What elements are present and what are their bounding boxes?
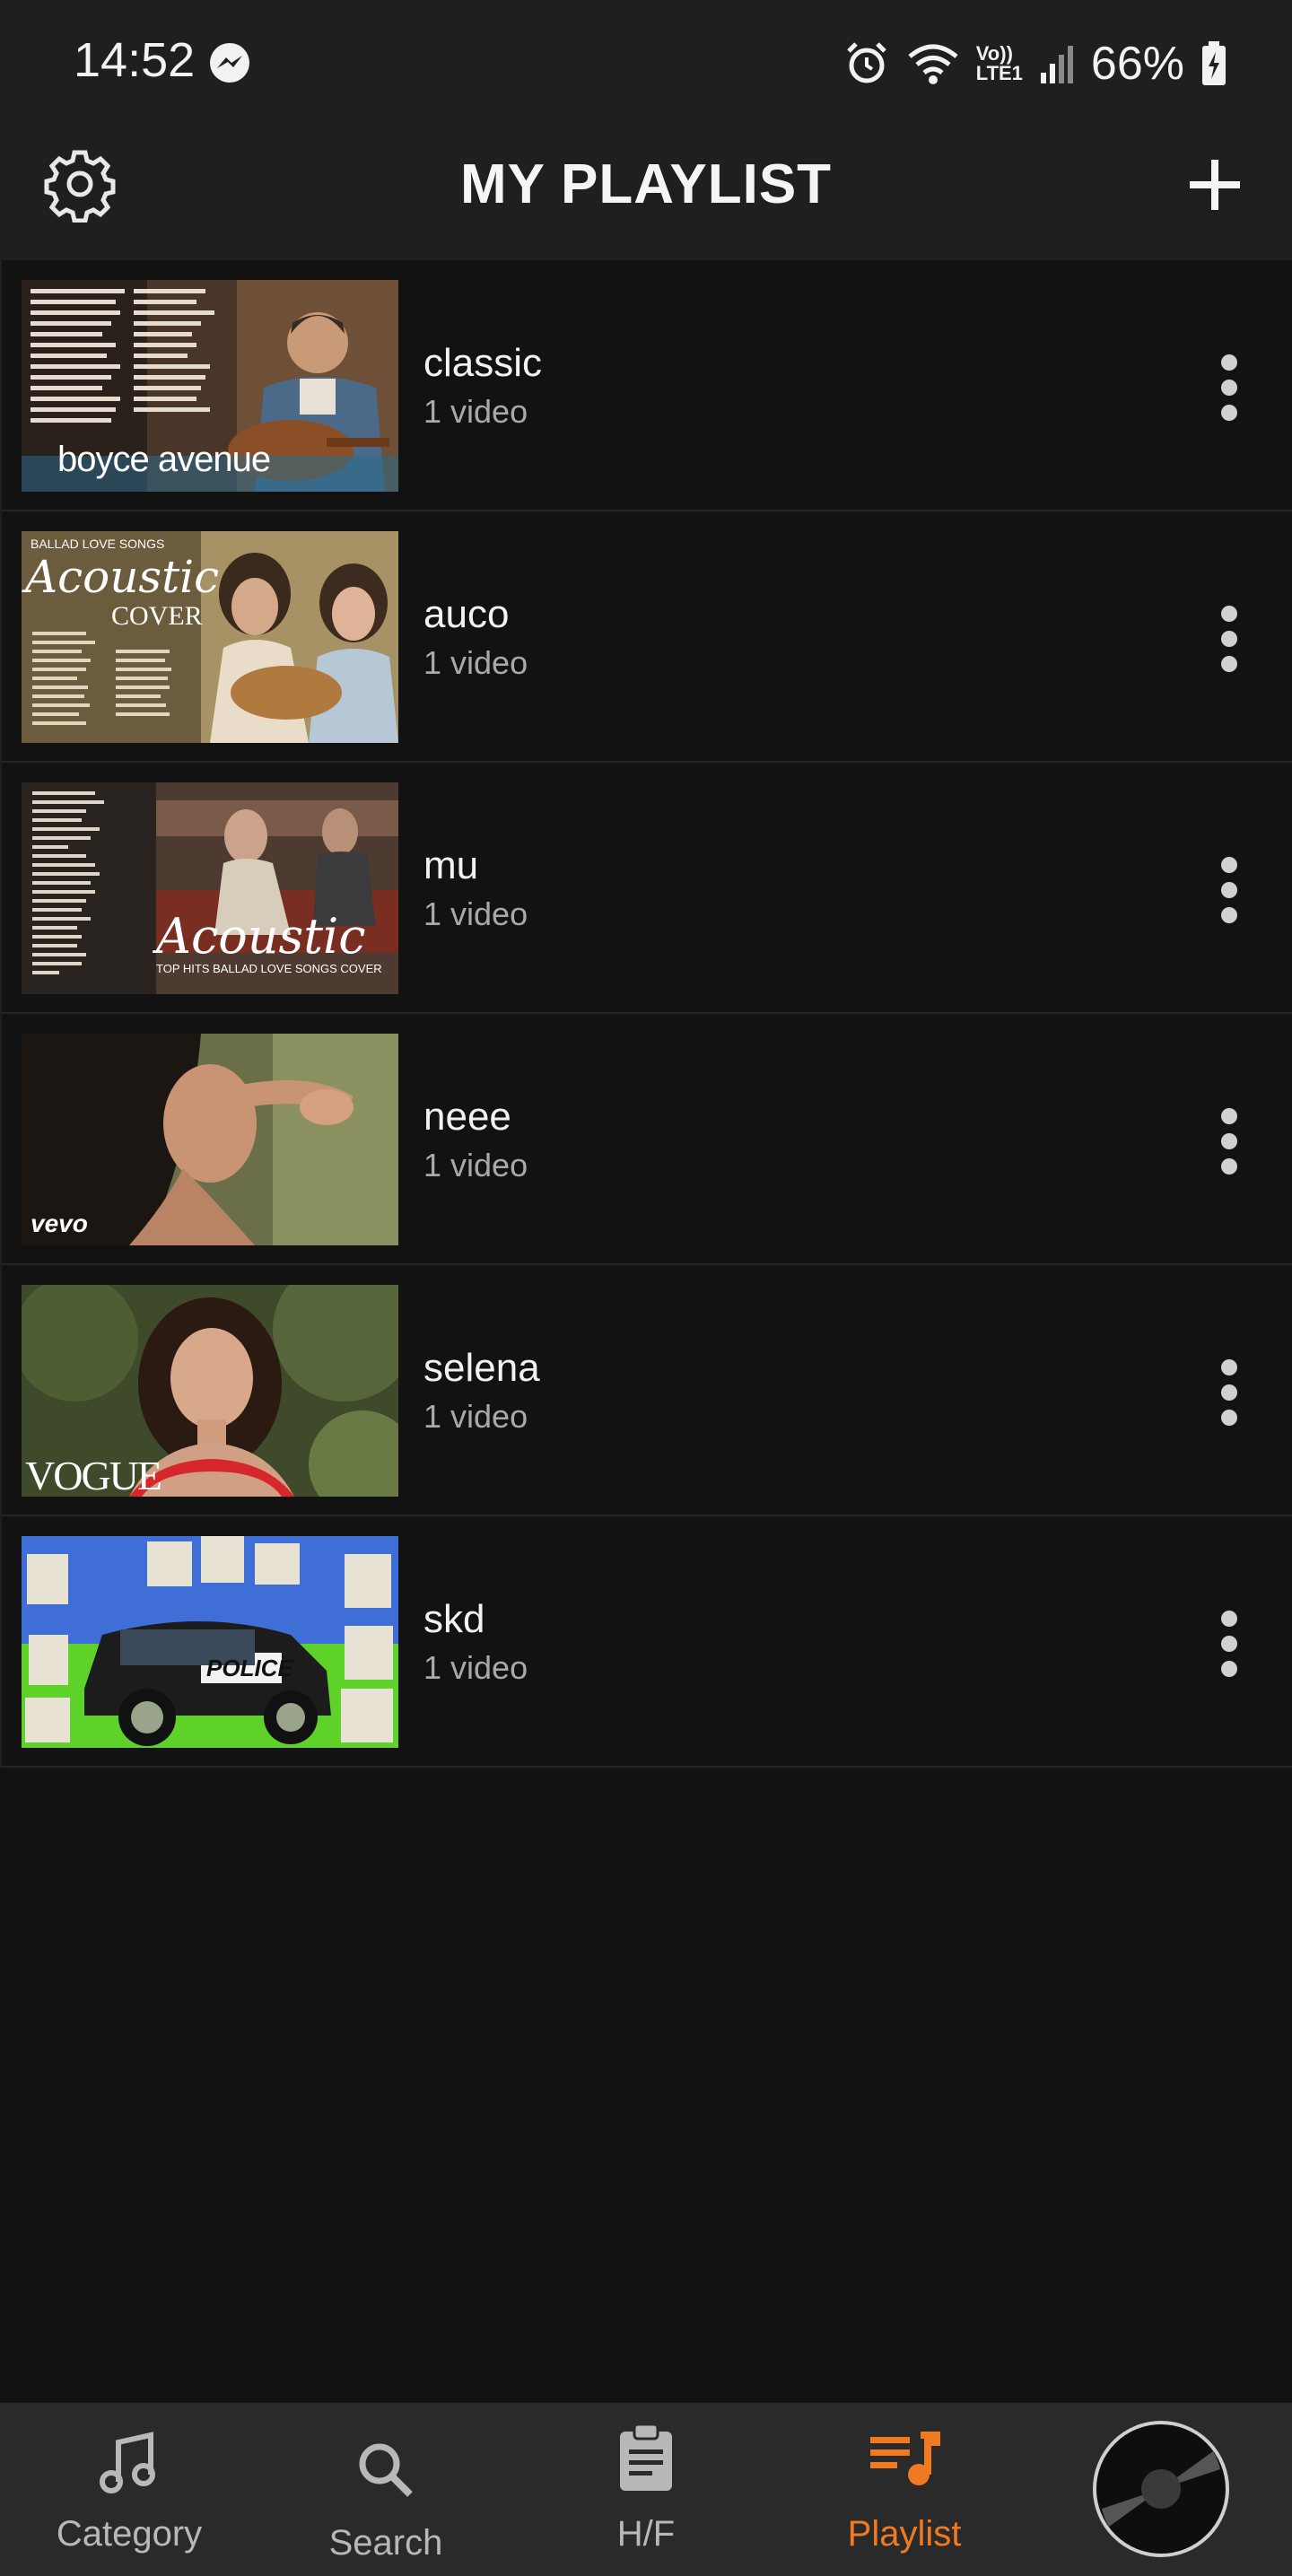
playlist-name: skd: [423, 1597, 485, 1641]
status-time: 14:52: [74, 33, 196, 87]
more-options-button[interactable]: [1202, 334, 1256, 441]
thumb-caption-sub: TOP HITS BALLAD LOVE SONGS COVER: [156, 962, 382, 975]
thumb-caption-main: Acoustic: [25, 551, 220, 603]
nav-search[interactable]: Search: [287, 2403, 484, 2576]
bottom-navigation: Category Search H/F Playlist: [0, 2403, 1292, 2576]
thumb-caption: boyce avenue: [57, 440, 271, 479]
playlist-thumbnail[interactable]: boyce avenue: [22, 280, 398, 492]
nav-label: Category: [56, 2514, 203, 2554]
alarm-icon: [846, 42, 886, 83]
playlist-video-count: 1 video: [423, 1649, 528, 1686]
volte-indicator: Vo)) LTE1: [976, 44, 1023, 83]
more-options-button[interactable]: [1202, 1590, 1256, 1698]
page-title: MY PLAYLIST: [459, 153, 833, 215]
thumb-caption-top: BALLAD LOVE SONGS: [31, 537, 165, 551]
thumb-caption-main: Acoustic: [156, 908, 366, 965]
playlist-video-count: 1 video: [423, 1147, 528, 1183]
volte-label: Vo)): [975, 42, 1013, 65]
playlist-thumbnail[interactable]: POLICE: [22, 1536, 398, 1748]
playlist-row-mu[interactable]: Acoustic TOP HITS BALLAD LOVE SONGS COVE…: [0, 763, 1292, 1014]
playlist-row-skd[interactable]: POLICE skd 1 video: [0, 1516, 1292, 1768]
more-options-button[interactable]: [1202, 836, 1256, 944]
more-vert-icon: [1221, 857, 1237, 873]
playlist-thumbnail[interactable]: VOGUE: [22, 1285, 398, 1497]
search-icon: [359, 2443, 413, 2497]
more-vert-icon: [1221, 354, 1237, 371]
more-options-button[interactable]: [1202, 585, 1256, 693]
wifi-icon: [908, 44, 958, 84]
nav-label: Search: [328, 2523, 443, 2563]
more-options-button[interactable]: [1202, 1339, 1256, 1446]
nav-label: H/F: [616, 2514, 676, 2554]
nav-label: Playlist: [847, 2514, 962, 2554]
thumb-caption: VOGUE: [25, 1453, 162, 1497]
playlist-thumbnail[interactable]: Acoustic TOP HITS BALLAD LOVE SONGS COVE…: [22, 782, 398, 994]
playlist-name: selena: [423, 1346, 540, 1390]
app-header: MY PLAYLIST: [0, 126, 1292, 260]
now-playing-button[interactable]: [1093, 2421, 1229, 2557]
signal-icon: [1040, 46, 1073, 83]
thumb-caption: vevo: [31, 1209, 88, 1237]
playlist-name: classic: [423, 341, 543, 385]
thumb-caption-sub: COVER: [111, 601, 203, 631]
plus-icon: [1190, 160, 1240, 210]
clipboard-icon: [620, 2423, 672, 2491]
battery-percent: 66%: [1090, 38, 1184, 90]
playlist-video-count: 1 video: [423, 393, 528, 430]
nav-category[interactable]: Category: [31, 2403, 228, 2576]
nav-playlist[interactable]: Playlist: [806, 2403, 1003, 2576]
playlist-row-auco[interactable]: BALLAD LOVE SONGS Acoustic COVER auco 1 …: [0, 511, 1292, 763]
playlist-thumbnail[interactable]: BALLAD LOVE SONGS Acoustic COVER: [22, 531, 398, 743]
battery-charging-icon: [1202, 41, 1226, 85]
more-vert-icon: [1221, 1359, 1237, 1375]
music-note-icon: [100, 2432, 155, 2493]
more-vert-icon: [1221, 606, 1237, 622]
nav-hf[interactable]: H/F: [547, 2403, 745, 2576]
vinyl-disc-icon: [1100, 2428, 1222, 2550]
more-vert-icon: [1221, 1108, 1237, 1124]
playlist-row-selena[interactable]: VOGUE selena 1 video: [0, 1265, 1292, 1516]
playlist-thumbnail[interactable]: vevo: [22, 1034, 398, 1245]
playlist-name: neee: [423, 1095, 511, 1139]
playlist-video-count: 1 video: [423, 644, 528, 681]
status-bar: 14:52 Vo)) LTE1 66%: [0, 0, 1292, 126]
playlist-video-count: 1 video: [423, 895, 528, 932]
more-vert-icon: [1221, 1611, 1237, 1627]
more-options-button[interactable]: [1202, 1087, 1256, 1195]
playlist-icon: [870, 2432, 940, 2485]
playlist-name: mu: [423, 843, 479, 887]
messenger-icon: [210, 43, 249, 83]
playlist-list: boyce avenue classic 1 video BALLAD LOVE…: [0, 260, 1292, 1768]
playlist-row-neee[interactable]: vevo neee 1 video: [0, 1014, 1292, 1265]
thumb-caption: POLICE: [206, 1655, 293, 1681]
playlist-video-count: 1 video: [423, 1398, 528, 1435]
lte-label: LTE1: [975, 62, 1023, 84]
add-playlist-button[interactable]: [1179, 149, 1251, 221]
playlist-name: auco: [423, 592, 510, 636]
playlist-row-classic[interactable]: boyce avenue classic 1 video: [0, 260, 1292, 511]
status-indicators: Vo)) LTE1 66%: [843, 32, 1227, 95]
